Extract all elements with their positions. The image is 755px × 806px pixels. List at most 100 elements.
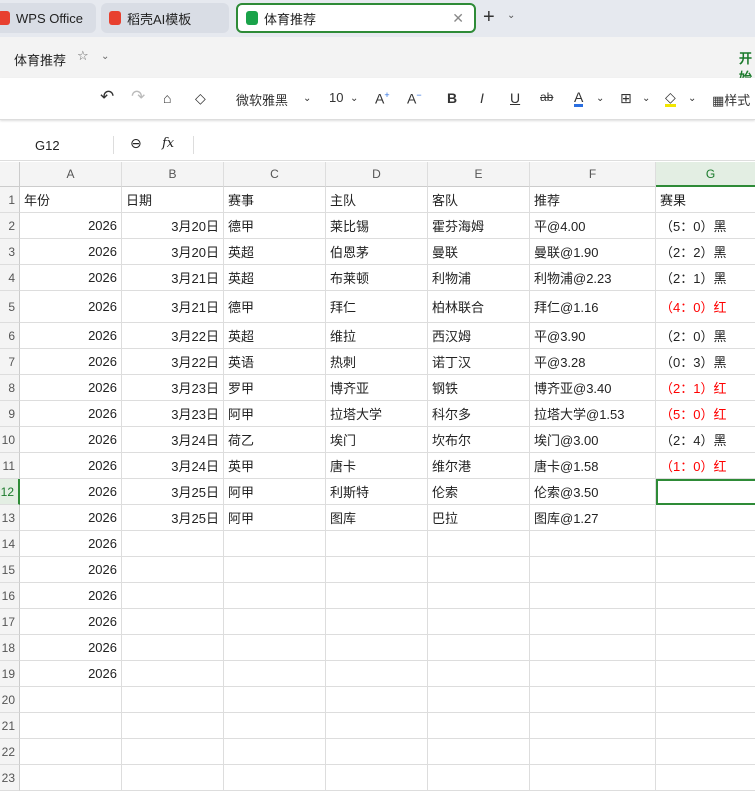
cell-A23[interactable] <box>20 765 122 791</box>
cell-C11[interactable]: 英甲 <box>224 453 326 479</box>
cell-D15[interactable] <box>326 557 428 583</box>
cell-C5[interactable]: 德甲 <box>224 291 326 323</box>
redo-icon[interactable]: ↷ <box>131 87 145 107</box>
row-header[interactable]: 15 <box>0 557 20 583</box>
row-header[interactable]: 22 <box>0 739 20 765</box>
chevron-down-icon[interactable]: ⌄ <box>303 93 311 104</box>
row-header[interactable]: 5 <box>0 291 20 323</box>
cell-G11[interactable]: （1：0）红 <box>656 453 755 479</box>
cell-E22[interactable] <box>428 739 530 765</box>
cell-E18[interactable] <box>428 635 530 661</box>
cell-C13[interactable]: 阿甲 <box>224 505 326 531</box>
cell-G14[interactable] <box>656 531 755 557</box>
chevron-down-icon[interactable]: ⌄ <box>688 93 696 104</box>
cell-G3[interactable]: （2：2）黑 <box>656 239 755 265</box>
bold-icon[interactable]: B <box>447 90 457 106</box>
row-header[interactable]: 3 <box>0 239 20 265</box>
cell-G8[interactable]: （2：1）红 <box>656 375 755 401</box>
row-header[interactable]: 9 <box>0 401 20 427</box>
row-header[interactable]: 4 <box>0 265 20 291</box>
font-family-select[interactable]: 微软雅黑 <box>236 90 288 109</box>
chevron-down-icon[interactable]: ⌄ <box>101 51 109 62</box>
cell-D18[interactable] <box>326 635 428 661</box>
header-cell[interactable]: 推荐 <box>530 187 656 213</box>
row-header[interactable]: 10 <box>0 427 20 453</box>
row-header[interactable]: 6 <box>0 323 20 349</box>
italic-icon[interactable]: I <box>480 90 484 106</box>
cell-E4[interactable]: 利物浦 <box>428 265 530 291</box>
cell-B19[interactable] <box>122 661 224 687</box>
cell-A10[interactable]: 2026 <box>20 427 122 453</box>
cell-F14[interactable] <box>530 531 656 557</box>
cell-G22[interactable] <box>656 739 755 765</box>
cell-A6[interactable]: 2026 <box>20 323 122 349</box>
border-icon[interactable]: ⊞ <box>620 90 632 107</box>
cell-E19[interactable] <box>428 661 530 687</box>
cell-A2[interactable]: 2026 <box>20 213 122 239</box>
cell-E8[interactable]: 钢铁 <box>428 375 530 401</box>
cell-C9[interactable]: 阿甲 <box>224 401 326 427</box>
cell-A11[interactable]: 2026 <box>20 453 122 479</box>
chevron-down-icon[interactable]: ⌄ <box>507 10 515 21</box>
row-header[interactable]: 2 <box>0 213 20 239</box>
cell-D13[interactable]: 图库 <box>326 505 428 531</box>
chevron-down-icon[interactable]: ⌄ <box>642 93 650 104</box>
cell-A15[interactable]: 2026 <box>20 557 122 583</box>
cell-F10[interactable]: 埃门@3.00 <box>530 427 656 453</box>
cell-A5[interactable]: 2026 <box>20 291 122 323</box>
format-painter-icon[interactable]: ⌂ <box>163 90 171 106</box>
document-title[interactable]: 体育推荐 <box>14 50 66 69</box>
cell-C20[interactable] <box>224 687 326 713</box>
cell-G15[interactable] <box>656 557 755 583</box>
cell-F9[interactable]: 拉塔大学@1.53 <box>530 401 656 427</box>
row-header[interactable]: 23 <box>0 765 20 791</box>
cell-A13[interactable]: 2026 <box>20 505 122 531</box>
cell-F13[interactable]: 图库@1.27 <box>530 505 656 531</box>
chevron-down-icon[interactable]: ⌄ <box>350 93 358 104</box>
cell-A3[interactable]: 2026 <box>20 239 122 265</box>
row-header[interactable]: 14 <box>0 531 20 557</box>
cell-E5[interactable]: 柏林联合 <box>428 291 530 323</box>
cell-B22[interactable] <box>122 739 224 765</box>
cell-B3[interactable]: 3月20日 <box>122 239 224 265</box>
cell-B20[interactable] <box>122 687 224 713</box>
new-tab-plus-icon[interactable]: + <box>483 6 495 29</box>
cell-F23[interactable] <box>530 765 656 791</box>
cell-G23[interactable] <box>656 765 755 791</box>
cell-F5[interactable]: 拜仁@1.16 <box>530 291 656 323</box>
cell-D23[interactable] <box>326 765 428 791</box>
cell-E6[interactable]: 西汉姆 <box>428 323 530 349</box>
cell-E16[interactable] <box>428 583 530 609</box>
cell-C12[interactable]: 阿甲 <box>224 479 326 505</box>
cell-E15[interactable] <box>428 557 530 583</box>
cell-G21[interactable] <box>656 713 755 739</box>
cell-D21[interactable] <box>326 713 428 739</box>
cell-G4[interactable]: （2：1）黑 <box>656 265 755 291</box>
cell-C23[interactable] <box>224 765 326 791</box>
cell-G20[interactable] <box>656 687 755 713</box>
name-box[interactable]: G12 <box>35 138 60 153</box>
cell-E3[interactable]: 曼联 <box>428 239 530 265</box>
cell-C18[interactable] <box>224 635 326 661</box>
cell-B5[interactable]: 3月21日 <box>122 291 224 323</box>
cell-E2[interactable]: 霍芬海姆 <box>428 213 530 239</box>
row-header[interactable]: 8 <box>0 375 20 401</box>
cell-B14[interactable] <box>122 531 224 557</box>
cell-G19[interactable] <box>656 661 755 687</box>
column-header-G[interactable]: G <box>656 162 755 187</box>
cell-B6[interactable]: 3月22日 <box>122 323 224 349</box>
cell-A14[interactable]: 2026 <box>20 531 122 557</box>
cell-B7[interactable]: 3月22日 <box>122 349 224 375</box>
cell-C19[interactable] <box>224 661 326 687</box>
cell-A22[interactable] <box>20 739 122 765</box>
cell-F17[interactable] <box>530 609 656 635</box>
eraser-icon[interactable]: ◇ <box>195 90 206 107</box>
row-header[interactable]: 7 <box>0 349 20 375</box>
cell-F21[interactable] <box>530 713 656 739</box>
cell-A8[interactable]: 2026 <box>20 375 122 401</box>
cell-G18[interactable] <box>656 635 755 661</box>
cell-B23[interactable] <box>122 765 224 791</box>
column-header-D[interactable]: D <box>326 162 428 187</box>
cell-B17[interactable] <box>122 609 224 635</box>
chevron-down-icon[interactable]: ⌄ <box>596 93 604 104</box>
